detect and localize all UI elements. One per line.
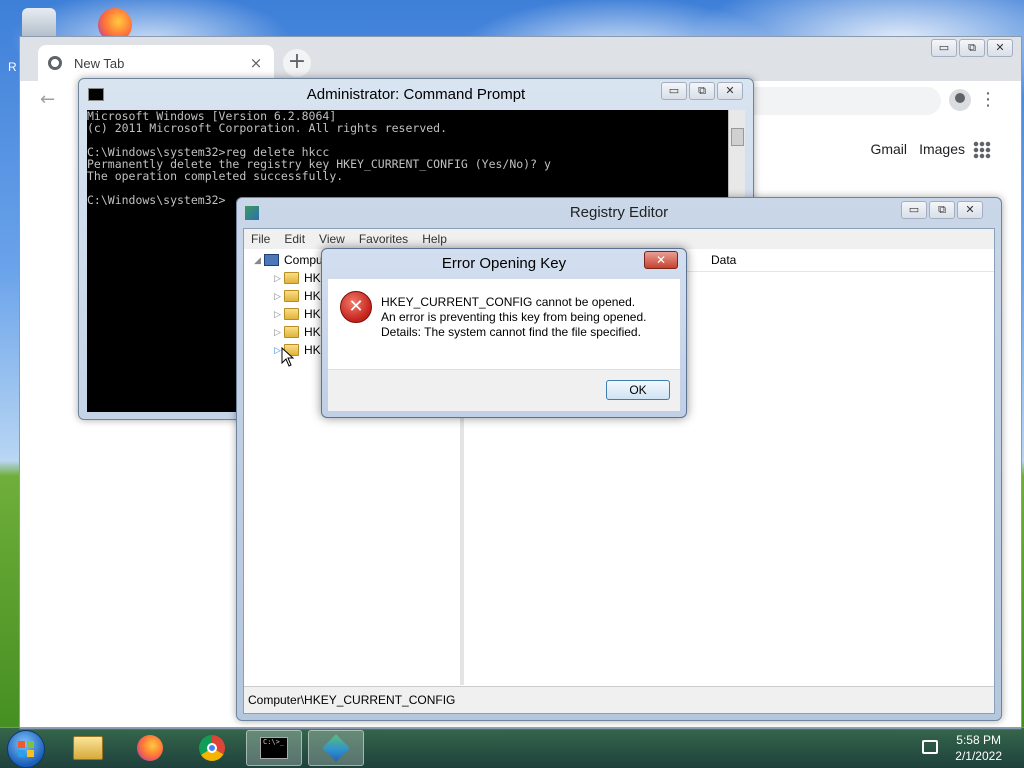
taskbar-chrome[interactable] <box>184 730 240 766</box>
folder-icon <box>73 736 103 760</box>
expand-arrow-icon[interactable]: ▷ <box>274 291 284 302</box>
cmd-close-button[interactable]: ✕ <box>717 82 743 100</box>
error-dialog-footer: OK <box>328 369 680 411</box>
menu-edit[interactable]: Edit <box>277 232 312 246</box>
tab-title: New Tab <box>74 55 125 71</box>
collapse-arrow-icon[interactable]: ◢ <box>254 255 264 266</box>
menu-help[interactable]: Help <box>415 232 454 246</box>
tab-new-tab[interactable]: New Tab × <box>38 45 274 81</box>
regedit-window-controls: ▭ ⧉ ✕ <box>901 201 983 219</box>
images-link[interactable]: Images <box>919 141 965 157</box>
chrome-window-controls: ▭ ⧉ ✕ <box>931 39 1013 57</box>
clock-time: 5:58 PM <box>956 733 1001 747</box>
regedit-minimize-button[interactable]: ▭ <box>901 201 927 219</box>
menu-view[interactable]: View <box>312 232 352 246</box>
mouse-cursor-icon <box>281 347 295 367</box>
regedit-status-bar: Computer\HKEY_CURRENT_CONFIG <box>244 686 994 713</box>
maximize-button[interactable]: ⧉ <box>959 39 985 57</box>
error-dialog-title: Error Opening Key <box>441 255 567 272</box>
cmd-icon: C:\>_ <box>260 737 288 759</box>
expand-arrow-icon[interactable]: ▷ <box>274 327 284 338</box>
minimize-button[interactable]: ▭ <box>931 39 957 57</box>
cmd-scroll-thumb[interactable] <box>731 128 744 146</box>
menu-file[interactable]: File <box>244 232 277 246</box>
error-message: HKEY_CURRENT_CONFIG cannot be opened. An… <box>381 295 646 340</box>
firefox-icon <box>137 735 163 761</box>
menu-dots-icon[interactable]: ⋮ <box>979 89 997 111</box>
cmd-maximize-button[interactable]: ⧉ <box>689 82 715 100</box>
taskbar-registry-editor[interactable] <box>308 730 364 766</box>
start-button-icon[interactable] <box>7 730 45 768</box>
taskbar: C:\>_ 5:58 PM 2/1/2022 <box>0 727 1024 768</box>
chrome-icon <box>199 735 225 761</box>
error-icon: ✕ <box>340 291 372 323</box>
column-header-data[interactable]: Data <box>711 253 736 267</box>
folder-icon <box>284 272 299 284</box>
gmail-link[interactable]: Gmail <box>870 141 907 157</box>
taskbar-file-explorer[interactable] <box>60 730 116 766</box>
close-button[interactable]: ✕ <box>987 39 1013 57</box>
expand-arrow-icon[interactable]: ▷ <box>274 309 284 320</box>
expand-arrow-icon[interactable]: ▷ <box>274 273 284 284</box>
cmd-line: The operation completed successfully. <box>87 169 344 183</box>
menu-favorites[interactable]: Favorites <box>352 232 415 246</box>
computer-icon <box>264 254 279 266</box>
chrome-tab-strip: New Tab × + ▭ ⧉ ✕ <box>20 37 1021 81</box>
ok-button[interactable]: OK <box>606 380 670 400</box>
back-arrow-icon[interactable]: ← <box>40 89 55 110</box>
error-dialog-close-button[interactable]: ✕ <box>644 251 678 269</box>
taskbar-command-prompt[interactable]: C:\>_ <box>246 730 302 766</box>
tree-item-label: Compu <box>284 253 323 267</box>
error-dialog-body: ✕ HKEY_CURRENT_CONFIG cannot be opened. … <box>328 279 680 369</box>
folder-icon <box>284 326 299 338</box>
tree-item-computer[interactable]: ◢ Compu <box>254 251 323 269</box>
network-icon[interactable] <box>922 740 938 754</box>
cmd-window-controls: ▭ ⧉ ✕ <box>661 82 743 100</box>
desktop-partial-label: R <box>8 60 17 74</box>
regedit-icon <box>322 734 350 762</box>
new-tab-button[interactable]: + <box>283 49 311 77</box>
folder-icon <box>284 290 299 302</box>
google-apps-icon[interactable] <box>973 141 991 159</box>
folder-icon <box>284 308 299 320</box>
error-dialog: Error Opening Key ✕ ✕ HKEY_CURRENT_CONFI… <box>321 248 687 418</box>
regedit-menubar: File Edit View Favorites Help <box>244 229 994 250</box>
regedit-title: Registry Editor <box>569 204 669 221</box>
error-message-line: An error is preventing this key from bei… <box>381 310 647 324</box>
error-message-line: Details: The system cannot find the file… <box>381 325 641 339</box>
cmd-minimize-button[interactable]: ▭ <box>661 82 687 100</box>
clock-date: 2/1/2022 <box>955 749 1002 763</box>
cmd-title: Administrator: Command Prompt <box>306 86 526 103</box>
profile-icon[interactable] <box>949 89 971 111</box>
clock[interactable]: 5:58 PM 2/1/2022 <box>955 732 1002 764</box>
error-message-line: HKEY_CURRENT_CONFIG cannot be opened. <box>381 295 636 309</box>
regedit-close-button[interactable]: ✕ <box>957 201 983 219</box>
tab-close-icon[interactable]: × <box>248 54 264 72</box>
chrome-favicon-icon <box>48 56 62 70</box>
taskbar-firefox[interactable] <box>122 730 178 766</box>
regedit-maximize-button[interactable]: ⧉ <box>929 201 955 219</box>
cmd-line: (c) 2011 Microsoft Corporation. All righ… <box>87 121 448 135</box>
